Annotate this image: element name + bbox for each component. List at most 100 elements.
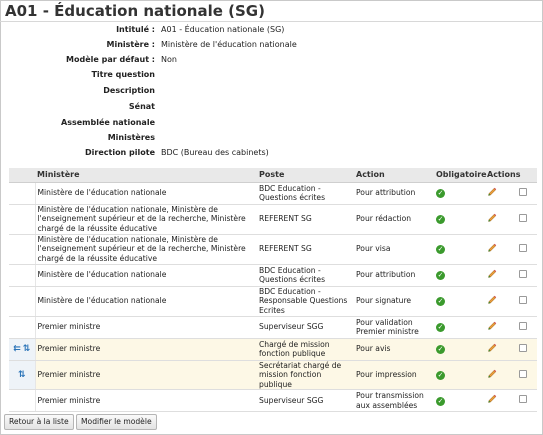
- cell-ministere: Premier ministre: [35, 360, 257, 390]
- cell-select: [517, 389, 537, 412]
- steps-table: Ministère Poste Action Obligatoire Actio…: [9, 168, 537, 412]
- row-handle-cell: [9, 264, 36, 287]
- field-value: BDC (Bureau des cabinets): [161, 148, 269, 157]
- field-label: Titre question: [91, 70, 155, 79]
- edit-model-button[interactable]: Modifier le modèle: [76, 414, 157, 430]
- check-icon: ✓: [436, 396, 445, 406]
- cell-action: Pour rédaction: [354, 204, 434, 235]
- row-select-checkbox[interactable]: [519, 269, 527, 278]
- field-intitule: Intitulé : A01 - Éducation nationale (SG…: [0, 25, 543, 37]
- cell-actions: [485, 182, 517, 205]
- check-icon: ✓: [436, 345, 445, 354]
- edit-pencil-icon[interactable]: [487, 321, 497, 331]
- col-handle-header: [9, 168, 35, 183]
- row-select-checkbox[interactable]: [519, 243, 527, 252]
- cell-select: [517, 338, 537, 361]
- table-body: Ministère de l'éducation nationale BDC Ed…: [9, 182, 537, 412]
- move-updown-icon[interactable]: ⇅: [23, 345, 31, 354]
- cell-action: Pour avis: [354, 338, 434, 361]
- check-icon: ✓: [436, 323, 445, 332]
- cell-poste: BDC Education - Questions écrites: [257, 182, 354, 205]
- col-obligatoire-header[interactable]: Obligatoire: [434, 168, 487, 183]
- field-label: Direction pilote: [85, 148, 155, 157]
- field-label: Description: [103, 86, 155, 95]
- row-select-checkbox[interactable]: [519, 321, 527, 330]
- cell-ministere: Ministère de l'éducation nationale: [35, 182, 257, 205]
- cell-action: Pour visa: [354, 234, 434, 265]
- row-select-checkbox[interactable]: [519, 343, 527, 352]
- edit-pencil-icon[interactable]: [487, 394, 497, 404]
- cell-poste: REFERENT SG: [257, 204, 354, 235]
- title-divider: [0, 21, 543, 22]
- cell-actions: [485, 234, 517, 265]
- field-value: Non: [161, 55, 177, 64]
- col-actions-header: Actions: [485, 168, 520, 183]
- check-icon: ✓: [436, 189, 445, 198]
- edit-pencil-icon[interactable]: [487, 187, 497, 197]
- row-select-checkbox[interactable]: [519, 369, 527, 378]
- cell-actions: [485, 286, 517, 317]
- cell-select: [517, 264, 537, 287]
- cell-ministere: Ministère de l'éducation nationale, Mini…: [35, 234, 257, 265]
- field-ministeres: Ministères: [0, 133, 543, 145]
- edit-pencil-icon[interactable]: [487, 343, 497, 353]
- move-updown-icon[interactable]: ⇅: [18, 371, 26, 380]
- cell-action: Pour impression: [354, 360, 434, 390]
- page-title: A01 - Éducation nationale (SG): [5, 2, 265, 20]
- check-icon: ✓: [436, 271, 445, 280]
- cell-select: [517, 234, 537, 265]
- cell-obligatoire: ✓: [434, 204, 485, 235]
- row-handle-cell: [9, 182, 36, 205]
- cell-ministere: Ministère de l'éducation nationale, Mini…: [35, 204, 257, 235]
- cell-action: Pour validation Premier ministre: [354, 316, 434, 339]
- cell-ministere: Premier ministre: [35, 338, 257, 361]
- cell-obligatoire: ✓: [434, 234, 485, 265]
- check-icon: ✓: [436, 370, 445, 380]
- table-row: ⇇ ⇅ Premier ministre Chargé de mission fonc…: [9, 338, 537, 361]
- field-label: Ministères: [107, 133, 155, 142]
- cell-action: Pour signature: [354, 286, 434, 317]
- parallel-icon[interactable]: ⇇: [13, 345, 21, 354]
- col-action-header[interactable]: Action: [354, 168, 434, 183]
- back-to-list-button[interactable]: Retour à la liste: [4, 414, 74, 430]
- row-select-checkbox[interactable]: [519, 213, 527, 222]
- row-select-checkbox[interactable]: [519, 187, 527, 196]
- table-row: Premier ministre Superviseur SGG Pour vali…: [9, 316, 537, 339]
- table-row: ⇅ Premier ministre Secrétariat chargé de m…: [9, 360, 537, 390]
- row-handle-cell: ⇅: [9, 360, 36, 390]
- row-handle-cell: [9, 316, 36, 339]
- edit-pencil-icon[interactable]: [487, 295, 497, 305]
- row-select-checkbox[interactable]: [519, 295, 527, 304]
- table-row: Ministère de l'éducation nationale, Mini…: [9, 204, 537, 235]
- row-select-checkbox[interactable]: [519, 395, 527, 404]
- col-ministere-header[interactable]: Ministère: [35, 168, 257, 183]
- edit-pencil-icon[interactable]: [487, 369, 497, 379]
- cell-obligatoire: ✓: [434, 338, 485, 361]
- cell-poste: BDC Education - Responsable Questions Ec…: [257, 286, 354, 317]
- col-poste-header[interactable]: Poste: [257, 168, 354, 183]
- row-handle-cell: ⇇ ⇅: [9, 338, 36, 361]
- field-description: Description: [0, 86, 543, 98]
- edit-pencil-icon[interactable]: [487, 243, 497, 253]
- cell-ministere: Ministère de l'éducation nationale: [35, 264, 257, 287]
- check-icon: ✓: [436, 245, 445, 254]
- cell-actions: [485, 389, 517, 412]
- field-assemblee: Assemblée nationale: [0, 118, 543, 130]
- field-senat: Sénat: [0, 102, 543, 114]
- cell-select: [517, 286, 537, 317]
- edit-pencil-icon[interactable]: [487, 269, 497, 279]
- cell-obligatoire: ✓: [434, 286, 485, 317]
- row-handle-cell: [9, 204, 36, 235]
- cell-poste: Chargé de mission fonction publique: [257, 338, 354, 361]
- edit-pencil-icon[interactable]: [487, 213, 497, 223]
- field-ministere: Ministère : Ministère de l'éducation nat…: [0, 40, 543, 52]
- cell-select: [517, 204, 537, 235]
- cell-actions: [485, 360, 517, 390]
- table-row: Ministère de l'éducation nationale BDC Ed…: [9, 264, 537, 287]
- cell-poste: Superviseur SGG: [257, 316, 354, 339]
- cell-poste: BDC Education - Questions écrites: [257, 264, 354, 287]
- field-modele-defaut: Modèle par défaut : Non: [0, 55, 543, 67]
- cell-select: [517, 316, 537, 339]
- field-label: Assemblée nationale: [61, 118, 155, 127]
- cell-select: [517, 182, 537, 205]
